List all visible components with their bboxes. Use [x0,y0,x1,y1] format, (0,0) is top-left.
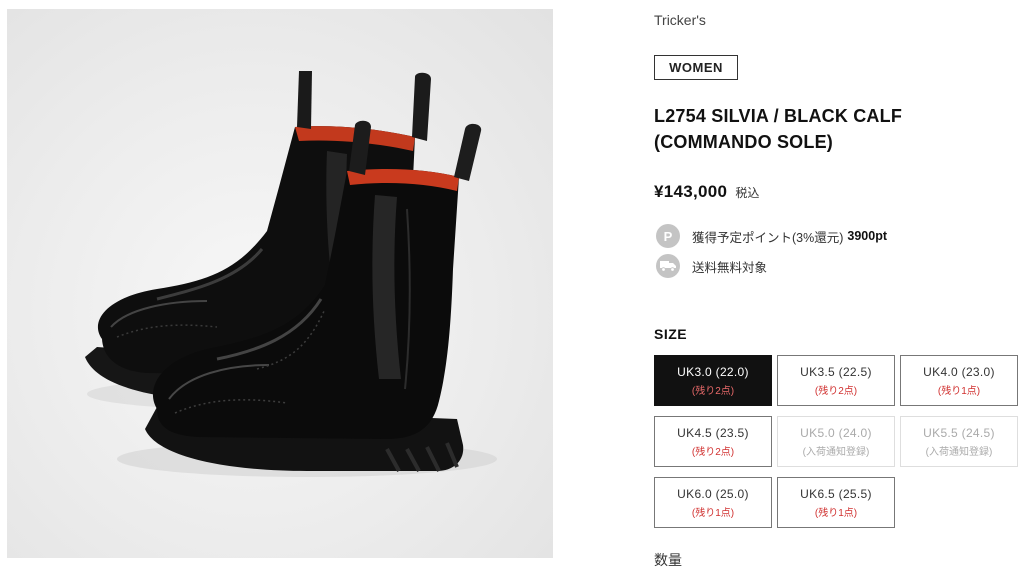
product-image [7,9,553,558]
size-label: UK4.5 (23.5) [677,426,749,440]
size-option[interactable]: UK4.5 (23.5) (残り2点) [654,416,772,467]
product-title: L2754 SILVIA / BLACK CALF (COMMANDO SOLE… [654,103,994,155]
size-label: UK6.0 (25.0) [677,487,749,501]
size-option[interactable]: UK4.0 (23.0) (残り1点) [900,355,1018,406]
size-stock-status: (残り2点) [814,386,858,397]
tax-label: 税込 [735,186,760,200]
size-label: UK5.0 (24.0) [800,426,872,440]
price-row: ¥143,000 税込 [654,182,759,202]
gender-badge[interactable]: WOMEN [654,55,738,80]
size-option[interactable]: UK3.5 (22.5) (残り2点) [777,355,895,406]
truck-icon [656,254,680,278]
size-stock-status: (残り2点) [691,386,735,397]
points-label: 獲得予定ポイント(3%還元) [692,230,844,245]
size-label: UK6.5 (25.5) [800,487,872,501]
product-price: ¥143,000 [654,182,728,201]
size-option[interactable]: UK5.0 (24.0) (入荷通知登録) [777,416,895,467]
quantity-label: 数量 [654,552,682,568]
points-icon: P [656,224,680,248]
size-stock-status: (残り2点) [691,447,735,458]
size-option[interactable]: UK3.0 (22.0) (残り2点) [654,355,772,406]
product-title-line2: (COMMANDO SOLE) [654,132,833,152]
size-label: UK3.5 (22.5) [800,365,872,379]
points-row: P 獲得予定ポイント(3%還元) 3900pt [656,224,887,248]
size-stock-status: (残り1点) [814,508,858,519]
size-label: UK4.0 (23.0) [923,365,995,379]
size-option[interactable]: UK6.5 (25.5) (残り1点) [777,477,895,528]
shipping-row: 送料無料対象 [656,254,767,278]
boots-illustration [85,71,497,477]
shipping-label: 送料無料対象 [692,260,768,275]
size-option[interactable]: UK5.5 (24.5) (入荷通知登録) [900,416,1018,467]
product-title-line1: L2754 SILVIA / BLACK CALF [654,106,903,126]
size-label: UK3.0 (22.0) [677,365,749,379]
size-option[interactable]: UK6.0 (25.0) (残り1点) [654,477,772,528]
size-heading: SIZE [654,326,688,342]
size-stock-status: (入荷通知登録) [802,447,870,458]
points-value: 3900pt [847,229,888,243]
size-stock-status: (残り1点) [937,386,981,397]
size-label: UK5.5 (24.5) [923,426,995,440]
size-stock-status: (残り1点) [691,508,735,519]
brand-link[interactable]: Tricker's [654,12,706,28]
size-stock-status: (入荷通知登録) [925,447,993,458]
